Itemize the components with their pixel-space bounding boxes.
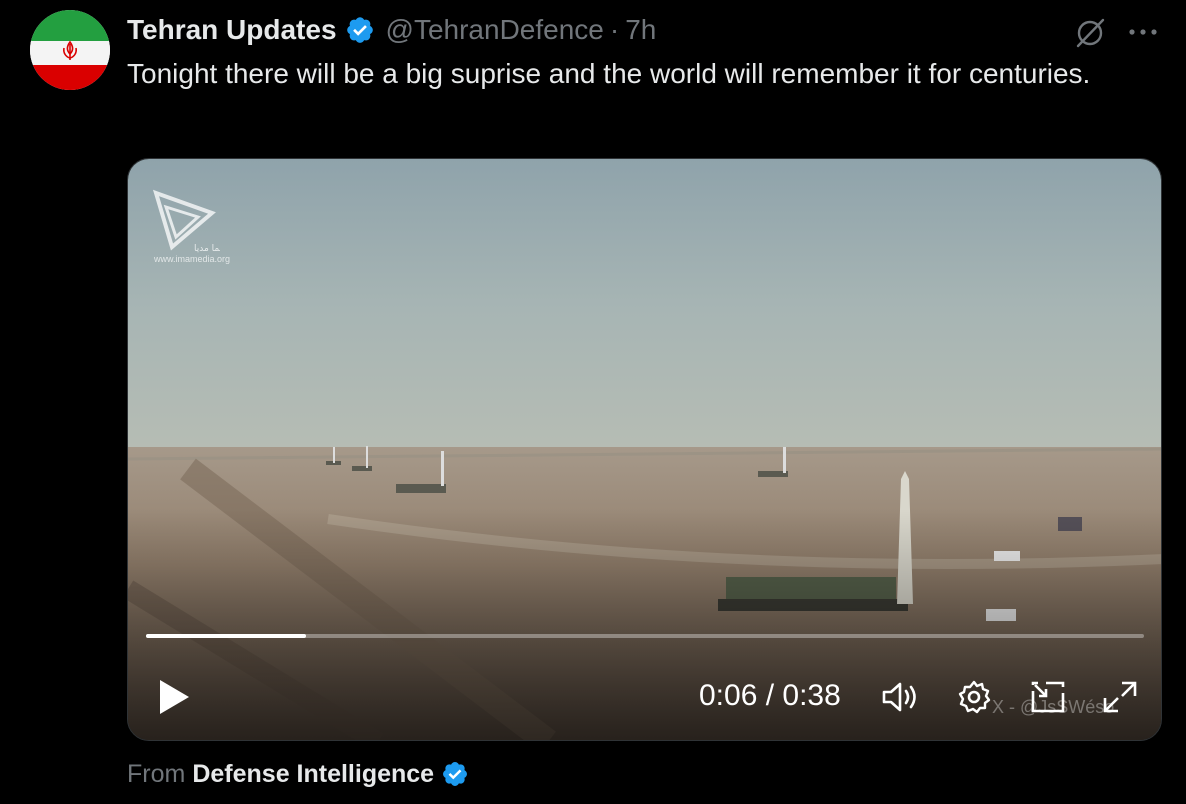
attribution-source-link[interactable]: Defense Intelligence (192, 760, 434, 789)
tweet[interactable]: Tehran Updates @TehranDefence · 7h Tonig… (0, 0, 1186, 804)
video-player[interactable]: ایما مدیا www.imamedia.org 0:06 / 0:38 (127, 158, 1162, 741)
video-frame (128, 159, 1161, 740)
tweet-text: Tonight there will be a big suprise and … (127, 58, 1091, 89)
iran-emblem-icon (63, 40, 77, 60)
attribution-prefix: From (127, 759, 186, 788)
separator-dot: · (609, 14, 620, 45)
timecode: 0:06 / 0:38 (699, 679, 841, 712)
avatar[interactable] (30, 10, 110, 90)
flag-green-stripe (30, 10, 110, 41)
settings-icon[interactable] (954, 679, 994, 715)
display-name[interactable]: Tehran Updates (127, 14, 337, 46)
verified-badge-icon[interactable] (345, 15, 375, 45)
timestamp[interactable]: 7h (625, 14, 656, 46)
volume-icon[interactable] (880, 679, 920, 715)
source-attribution: From Defense Intelligence (127, 756, 469, 792)
progress-bar[interactable] (146, 634, 1144, 638)
video-watermark: X - @JsSWéso (992, 697, 1115, 717)
handle[interactable]: @TehranDefence (386, 14, 604, 46)
grok-icon[interactable] (1072, 14, 1108, 50)
more-options-icon[interactable] (1125, 20, 1161, 44)
logo-caption: ایما مدیا (194, 244, 220, 253)
verified-badge-icon[interactable] (441, 760, 469, 788)
play-icon[interactable] (156, 677, 192, 717)
progress-fill (146, 634, 306, 638)
flag-red-stripe (30, 65, 110, 90)
logo-site: www.imamedia.org (154, 254, 231, 264)
imamedia-logo-icon: ایما مدیا (152, 189, 220, 253)
tweet-header: Tehran Updates @TehranDefence · 7h (127, 12, 656, 48)
